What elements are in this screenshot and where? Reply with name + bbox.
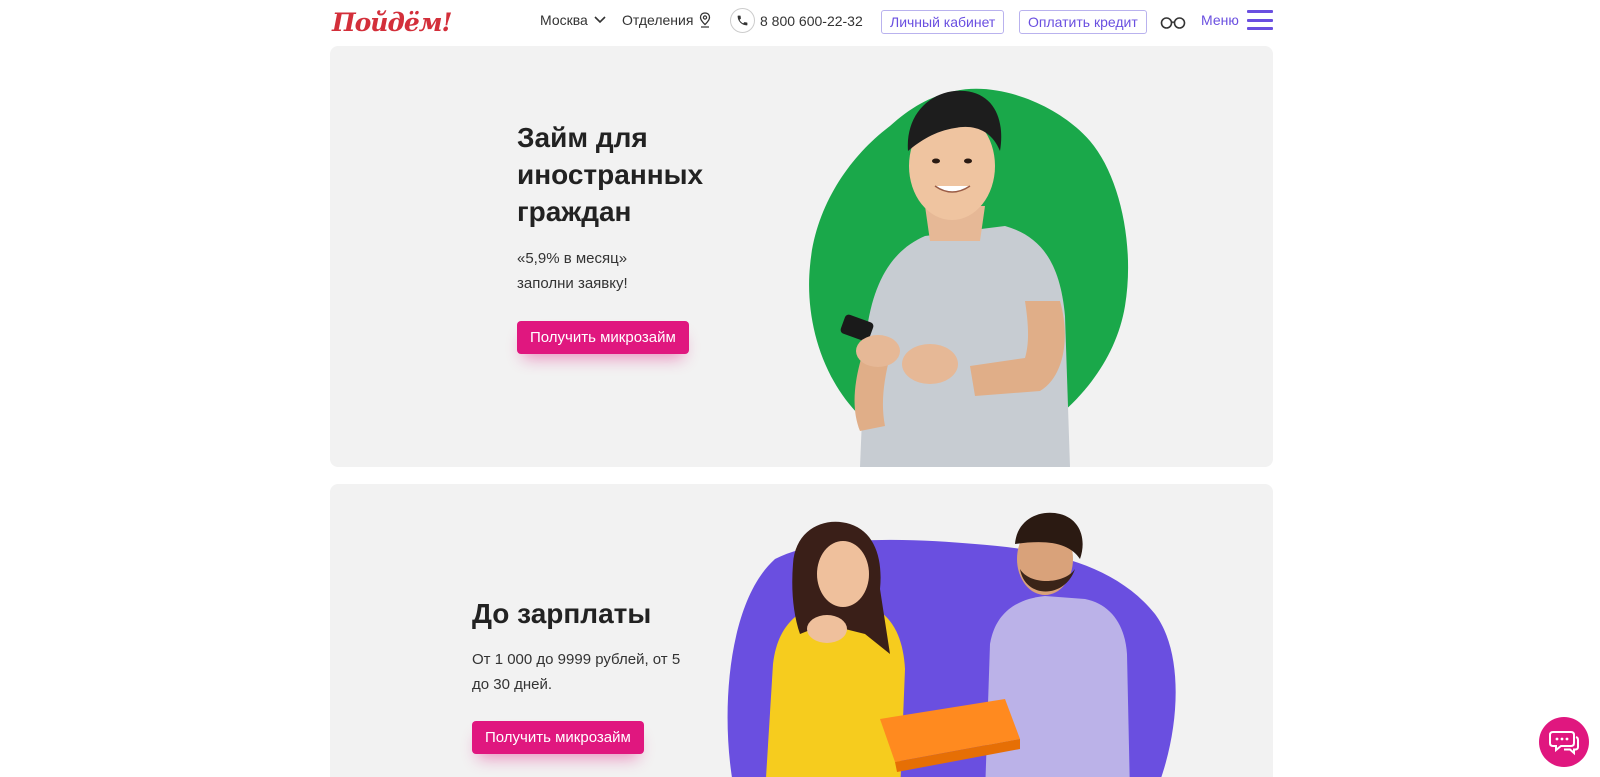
branches-link[interactable]: Отделения [622, 12, 711, 28]
logo-text: Пойдём! [332, 8, 453, 37]
phone-number: 8 800 600-22-32 [760, 12, 863, 29]
chevron-down-icon [594, 16, 606, 24]
get-microloan-button[interactable]: Получить микрозайм [517, 321, 689, 354]
phone-icon [730, 8, 755, 33]
card-title: Займ для иностранных граждан [517, 122, 704, 227]
card-text: «5,9% в месяц» заполни заявку! [517, 250, 628, 292]
pay-credit-button[interactable]: Оплатить кредит [1019, 10, 1147, 34]
city-label: Москва [540, 12, 588, 28]
branches-label: Отделения [622, 12, 694, 28]
menu-button[interactable]: Меню [1201, 10, 1273, 30]
card-text: От 1 000 до 9999 рублей, от 5 до 30 дней… [472, 651, 681, 693]
map-pin-icon [700, 12, 711, 28]
cabinet-button[interactable]: Личный кабинет [881, 10, 1005, 34]
burger-menu-icon [1246, 10, 1273, 30]
get-microloan-button[interactable]: Получить микрозайм [472, 721, 644, 754]
phone-contact[interactable]: 8 800 600-22-32 [730, 8, 863, 33]
promo-card-foreigners: Займ для иностранных граждан «5,9% в мес… [330, 46, 1273, 467]
logo[interactable]: Пойдём! [330, 6, 453, 40]
menu-label: Меню [1201, 12, 1239, 28]
man-with-phone-illustration [809, 88, 1129, 467]
site-header: Пойдём! Москва Отделения 8 800 600-22-32… [330, 0, 1273, 44]
chat-icon [1549, 731, 1579, 756]
couple-with-gift-illustration [727, 512, 1176, 777]
city-selector[interactable]: Москва [540, 12, 606, 28]
chat-button[interactable] [1539, 717, 1589, 767]
glasses-icon[interactable] [1160, 14, 1186, 30]
promo-card-salary: До зарплаты От 1 000 до 9999 рублей, от … [330, 484, 1273, 777]
